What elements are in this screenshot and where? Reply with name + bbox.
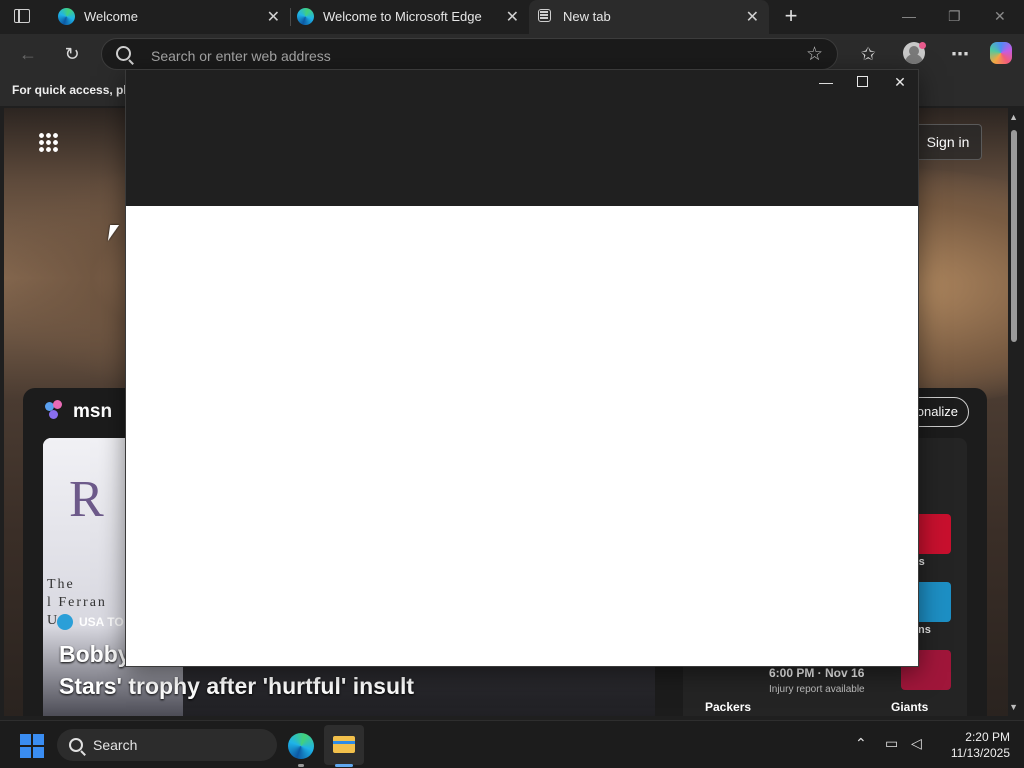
close-icon[interactable]: ✕ [746, 7, 759, 27]
taskbar-search-label: Search [93, 737, 138, 753]
popup-window[interactable]: — ✕ [126, 70, 918, 666]
app-launcher-icon[interactable] [38, 132, 58, 152]
sign-in-button[interactable]: Sign in [914, 124, 982, 160]
new-tab-favicon-icon [538, 9, 551, 22]
profile-notification-badge [919, 42, 926, 49]
favorite-star-icon[interactable]: ☆ [806, 43, 823, 66]
file-explorer-taskbar-icon[interactable] [324, 725, 364, 765]
taskbar: Search ⌃ ▭ ◁ 2:20 PM 11/13/2025 [0, 720, 1024, 768]
search-icon [69, 738, 83, 752]
tab-actions-icon[interactable] [14, 9, 30, 23]
minimize-icon[interactable]: — [811, 72, 841, 92]
close-icon[interactable]: ✕ [267, 7, 280, 27]
close-icon[interactable]: ✕ [885, 72, 915, 92]
tab-new-tab[interactable]: New tab ✕ [529, 0, 769, 34]
back-arrow-icon[interactable]: ← [16, 42, 40, 66]
edge-taskbar-icon[interactable] [288, 733, 314, 759]
more-options-icon[interactable]: ⋯ [948, 42, 972, 66]
maximize-icon[interactable] [857, 76, 868, 87]
taskbar-search[interactable]: Search [57, 729, 277, 761]
scroll-down-icon[interactable]: ▼ [1009, 702, 1018, 712]
tab-title: Welcome [84, 9, 138, 24]
close-window-icon[interactable]: ✕ [994, 8, 1006, 25]
address-bar[interactable]: ☆ [101, 38, 838, 70]
chevron-up-icon[interactable]: ⌃ [855, 735, 867, 752]
navigation-bar: ← ↻ ☆ ✩ ⋯ [0, 34, 1024, 74]
favorites-icon[interactable]: ✩ [856, 42, 880, 66]
tab-title: Welcome to Microsoft Edge [323, 9, 482, 24]
refresh-icon[interactable]: ↻ [60, 42, 84, 66]
tab-bar: Welcome ✕ Welcome to Microsoft Edge ✕ Ne… [0, 0, 1024, 34]
volume-muted-icon[interactable]: ◁ [911, 735, 922, 752]
active-indicator [335, 764, 353, 767]
scroll-up-icon[interactable]: ▲ [1009, 112, 1018, 122]
search-icon [116, 46, 131, 61]
story-source[interactable]: USA TO [57, 614, 124, 630]
edge-favicon-icon [297, 8, 314, 25]
home-team: Packers [705, 700, 752, 714]
away-team: Giants [891, 700, 929, 714]
restore-icon[interactable]: ❐ [948, 8, 961, 25]
tab-welcome[interactable]: Welcome ✕ [50, 0, 290, 34]
new-tab-plus-icon[interactable]: + [780, 4, 802, 28]
clock-date: 11/13/2025 [950, 746, 1010, 760]
start-button-icon[interactable] [20, 734, 44, 758]
edge-favicon-icon [58, 8, 75, 25]
system-clock[interactable]: 2:20 PM 11/13/2025 [930, 729, 1010, 761]
msn-logo-icon [45, 400, 67, 422]
close-icon[interactable]: ✕ [506, 7, 519, 27]
copilot-icon[interactable] [990, 42, 1012, 64]
game-time: 6:00 PM · Nov 16 [769, 666, 865, 680]
favorites-hint-text: For quick access, plac [12, 83, 141, 97]
game-note: Injury report available [769, 684, 865, 695]
scrollbar-thumb[interactable] [1011, 130, 1017, 342]
tab-welcome-edge[interactable]: Welcome to Microsoft Edge ✕ [289, 0, 529, 34]
tab-title: New tab [563, 9, 611, 24]
publisher-logo-icon [57, 614, 73, 630]
popup-title-bar[interactable]: — ✕ [126, 70, 918, 206]
minimize-icon[interactable]: — [902, 8, 916, 24]
scrollbar[interactable]: ▲ ▼ [1008, 108, 1020, 716]
clock-time: 2:20 PM [965, 730, 1010, 744]
msn-label: msn [73, 401, 113, 422]
network-icon[interactable]: ▭ [885, 735, 898, 752]
running-indicator [298, 764, 304, 767]
address-input[interactable] [149, 45, 753, 67]
story-logo: R [69, 471, 104, 528]
